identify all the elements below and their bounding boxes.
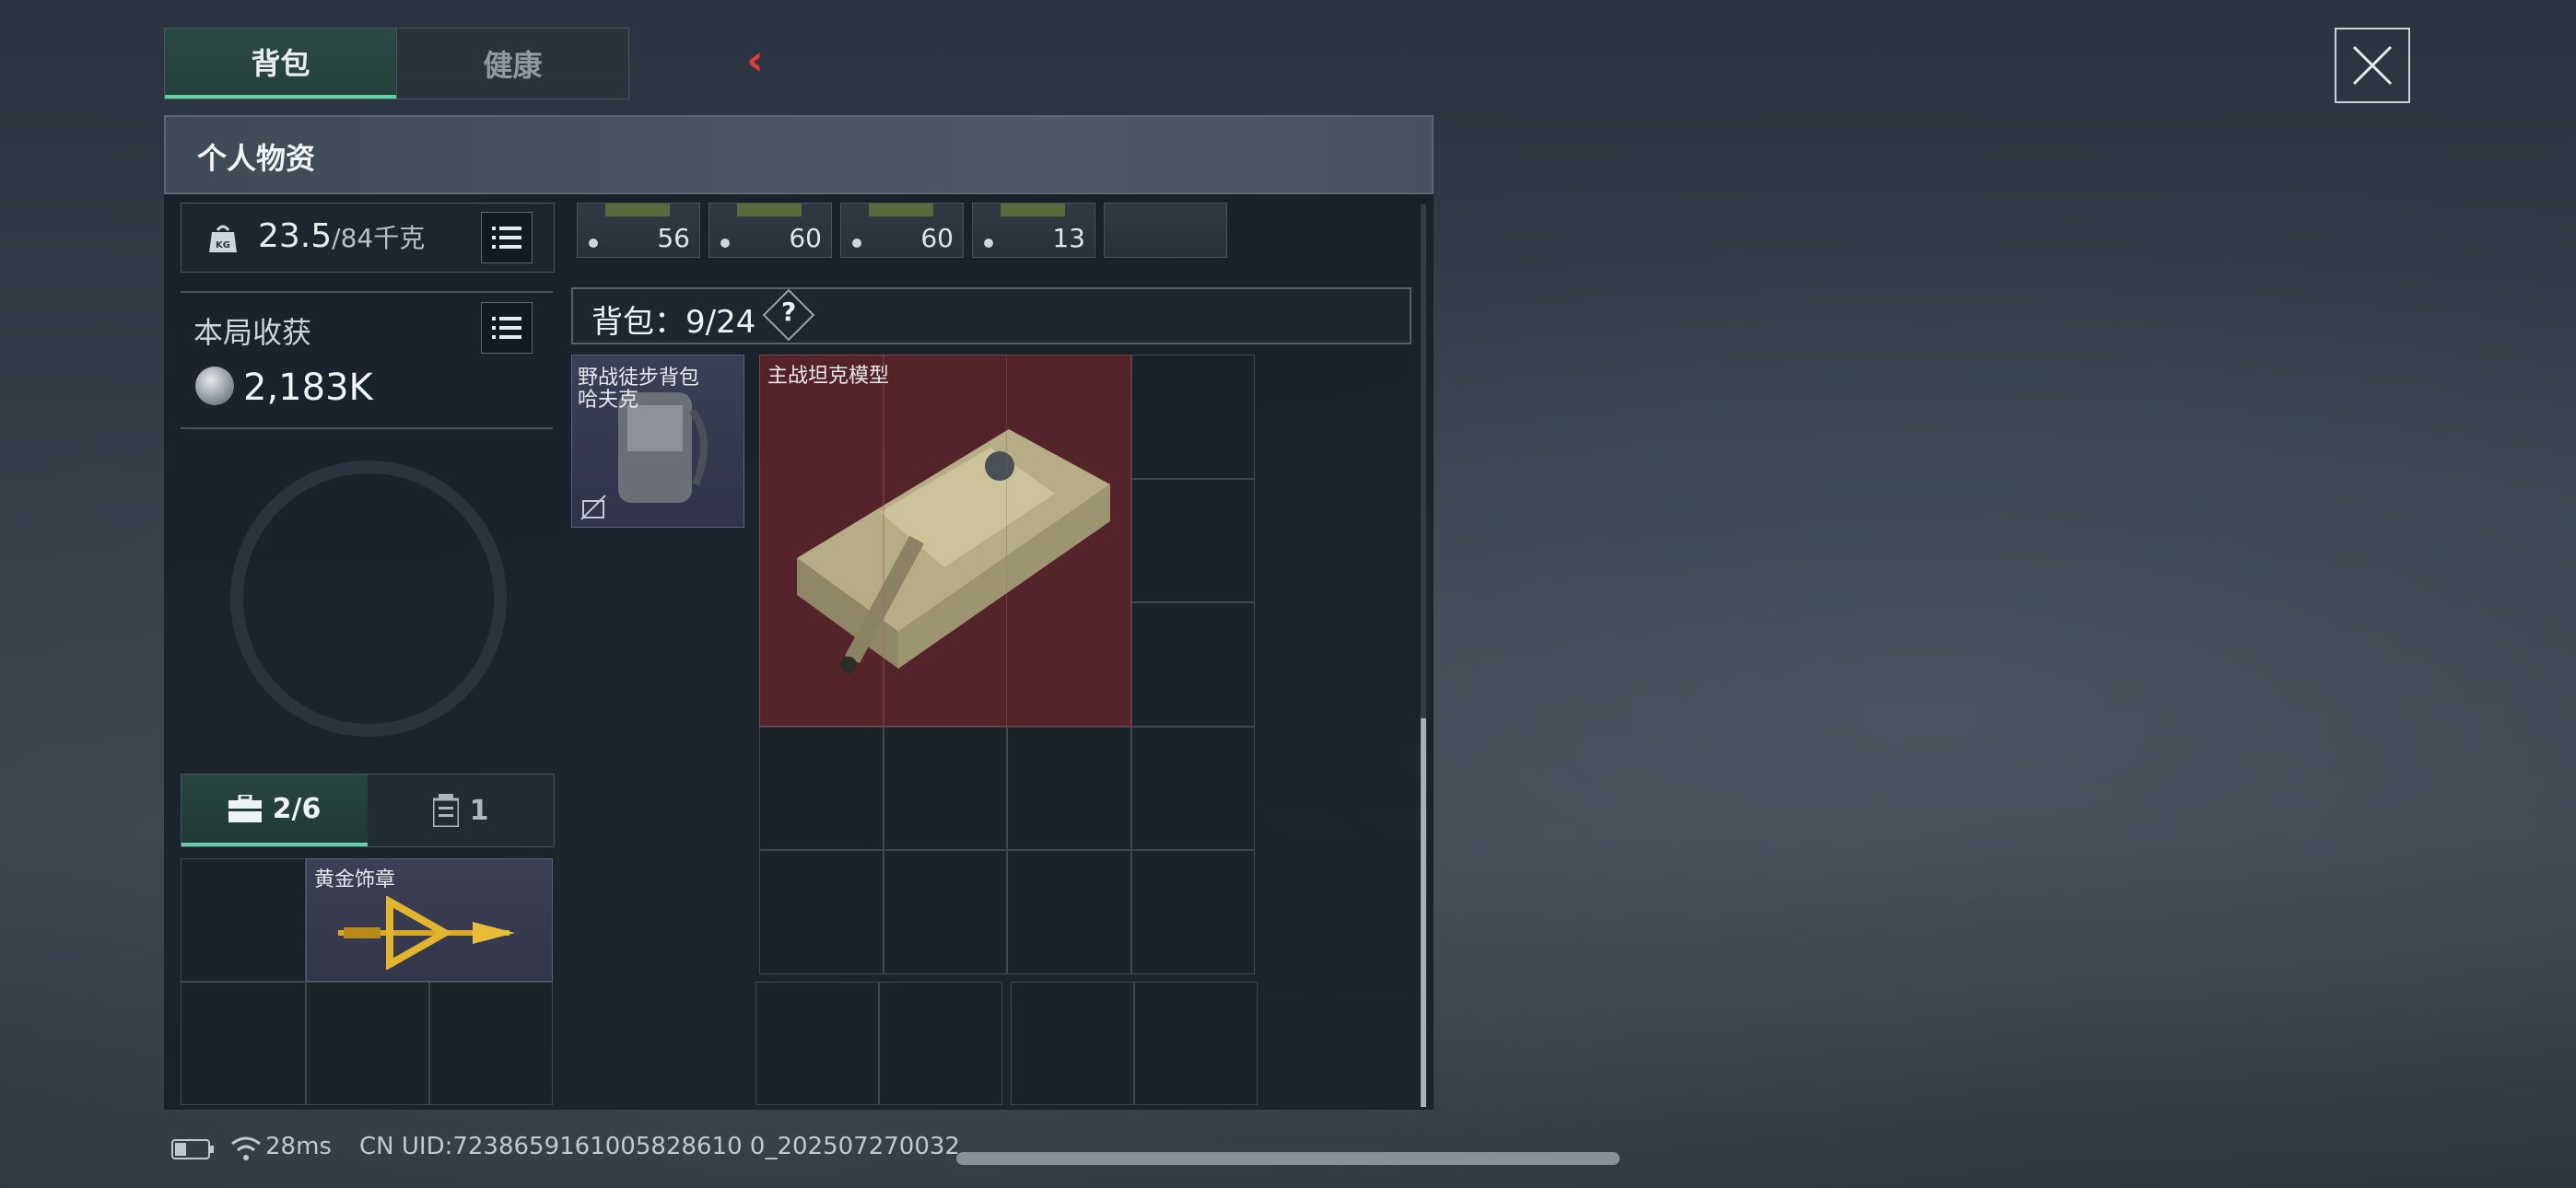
earnings-value: 2,183K <box>243 367 373 409</box>
secure-tabs: 2/6 1 <box>181 774 555 847</box>
list-icon <box>492 227 521 249</box>
tab-pouch[interactable]: 1 <box>368 775 554 846</box>
grid-cell[interactable] <box>1007 727 1131 850</box>
empty-slot[interactable] <box>1104 203 1227 258</box>
uid-text: CN UID:7238659161005828610 0_20250727003… <box>359 1133 960 1160</box>
ping-readout: 28ms <box>265 1133 332 1160</box>
grid-cell[interactable] <box>1131 850 1255 974</box>
backpack-capacity: 背包：9/24 <box>591 304 756 341</box>
pocket-slot[interactable] <box>1011 982 1134 1105</box>
home-indicator[interactable] <box>956 1152 1620 1165</box>
pouch-count: 1 <box>469 794 489 827</box>
pocket-slot[interactable] <box>755 982 879 1105</box>
weight-readout: 23.5/84千克 <box>258 217 425 255</box>
grid-cell[interactable] <box>759 850 884 974</box>
scrollbar-thumb[interactable] <box>1421 718 1426 1107</box>
tank-grid-line <box>759 355 884 727</box>
tank-grid-line <box>884 355 1007 727</box>
pocket-slot[interactable] <box>879 982 1002 1105</box>
ammo-count: 13 <box>1052 223 1085 253</box>
grid-cell[interactable] <box>1131 727 1255 850</box>
divider <box>181 427 553 429</box>
weight-current: 23.5 <box>258 217 333 255</box>
earnings-label: 本局收获 <box>193 315 312 350</box>
grid-cell[interactable] <box>1131 479 1255 602</box>
grid-cell[interactable] <box>1007 850 1131 974</box>
grid-cell[interactable] <box>181 858 306 982</box>
ammo-item[interactable]: 13 <box>972 203 1095 258</box>
ammo-item[interactable]: 60 <box>708 203 832 258</box>
ammo-count: 60 <box>789 223 822 253</box>
help-icon: ? <box>781 297 797 327</box>
earnings-list-button[interactable] <box>481 302 533 354</box>
coin-icon <box>195 367 234 405</box>
grid-cell[interactable] <box>429 982 553 1105</box>
grid-cell[interactable] <box>884 727 1007 850</box>
grid-cell[interactable] <box>759 727 884 850</box>
ammo-count: 60 <box>920 223 954 253</box>
divider <box>181 291 553 293</box>
pouch-icon <box>432 794 459 827</box>
tab-backpack[interactable]: 背包 <box>165 29 396 99</box>
ammo-item[interactable]: 56 <box>577 203 700 258</box>
tab-health[interactable]: 健康 <box>396 29 628 99</box>
close-button[interactable] <box>2335 28 2410 103</box>
svg-text:KG: KG <box>216 240 230 250</box>
grid-cell[interactable] <box>306 982 429 1105</box>
list-icon <box>492 317 521 339</box>
weight-icon: KG <box>209 225 237 252</box>
tab-secure-case[interactable]: 2/6 <box>181 775 368 846</box>
no-insure-icon <box>580 495 606 520</box>
secure-case-count: 2/6 <box>272 792 322 825</box>
ammo-count: 56 <box>657 223 690 253</box>
emblem-watermark <box>230 460 507 737</box>
weight-list-button[interactable] <box>481 212 533 263</box>
grid-cell[interactable] <box>884 850 1007 974</box>
grid-cell[interactable] <box>181 982 306 1105</box>
battery-icon <box>171 1139 214 1159</box>
ammo-item[interactable]: 60 <box>840 203 964 258</box>
panel-header <box>164 115 1434 194</box>
close-icon <box>2352 45 2393 86</box>
panel-title: 个人物资 <box>197 141 316 176</box>
gold-emblem-item[interactable]: 黄金饰章 <box>306 858 553 982</box>
main-tabs: 背包 健康 <box>164 28 629 99</box>
wifi-icon <box>231 1136 261 1160</box>
field-backpack-item[interactable]: 野战徒步背包 哈夫克 <box>571 355 744 528</box>
back-arrow-icon[interactable]: ‹ <box>746 35 764 85</box>
weight-max: /84千克 <box>332 223 426 253</box>
grid-cell[interactable] <box>1131 355 1255 479</box>
pocket-slot[interactable] <box>1134 982 1258 1105</box>
grid-cell[interactable] <box>1131 602 1255 727</box>
item-brand: 哈夫克 <box>578 389 639 412</box>
gold-emblem-icon <box>338 896 515 970</box>
item-name: 黄金饰章 <box>314 868 396 891</box>
case-icon <box>228 795 262 822</box>
